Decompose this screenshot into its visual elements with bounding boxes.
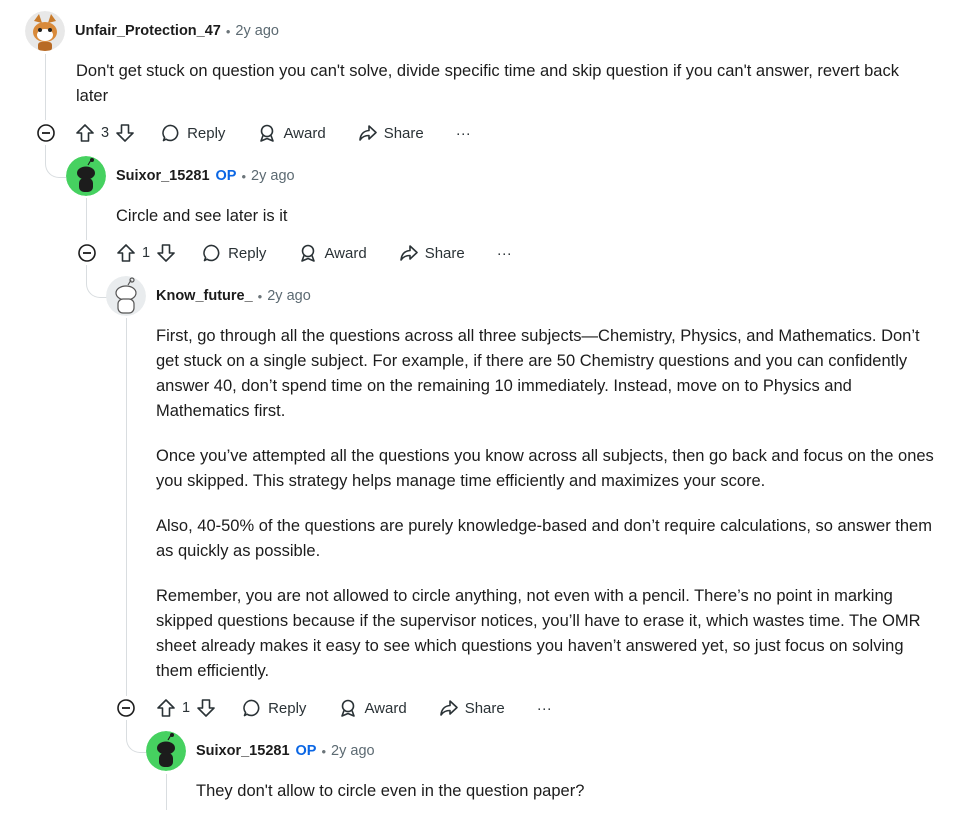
- op-badge: OP: [215, 168, 237, 184]
- award-button[interactable]: Award: [298, 243, 367, 263]
- separator-dot: •: [321, 743, 327, 759]
- collapse-thread-button[interactable]: [36, 123, 56, 143]
- share-arrow-icon: [358, 125, 377, 141]
- more-options-button[interactable]: ···: [537, 700, 552, 717]
- collapse-minus-icon: [117, 699, 135, 717]
- separator-dot: •: [257, 288, 263, 304]
- comment-action-bar: 1 Reply Award Share ···: [116, 692, 552, 724]
- comment-paragraph: First, go through all the questions acro…: [156, 327, 920, 420]
- reply-label: Reply: [187, 124, 226, 142]
- vote-count: 3: [101, 125, 110, 141]
- vote-count: 1: [182, 700, 191, 716]
- more-options-button[interactable]: ···: [456, 125, 471, 142]
- comment-body: First, go through all the questions acro…: [156, 324, 941, 704]
- separator-dot: •: [241, 168, 247, 184]
- green-snoo-avatar-icon[interactable]: [66, 156, 106, 196]
- comment-paragraph: Circle and see later is it: [116, 207, 288, 225]
- downvote-arrow-icon: [116, 124, 134, 142]
- comment-paragraph: Once you’ve attempted all the questions …: [156, 447, 934, 490]
- reply-label: Reply: [268, 699, 307, 717]
- upvote-arrow-icon: [157, 699, 175, 717]
- cat-snoo-avatar-icon[interactable]: [25, 11, 65, 51]
- reply-button[interactable]: Reply: [242, 698, 306, 718]
- username[interactable]: Unfair_Protection_47: [75, 23, 221, 39]
- reply-label: Reply: [228, 244, 267, 262]
- green-snoo-avatar-icon[interactable]: [146, 731, 186, 771]
- share-button[interactable]: Share: [399, 243, 465, 263]
- collapse-thread-button[interactable]: [116, 698, 136, 718]
- collapse-thread-button[interactable]: [77, 243, 97, 263]
- share-label: Share: [424, 244, 465, 262]
- upvote-button[interactable]: [156, 698, 176, 718]
- upvote-arrow-icon: [117, 244, 135, 262]
- award-label: Award: [324, 244, 367, 262]
- thread-elbow-2: [86, 265, 107, 298]
- thread-line-1: [45, 54, 46, 120]
- thread-elbow-3: [126, 720, 147, 753]
- separator-dot: •: [225, 23, 231, 39]
- award-label: Award: [283, 124, 326, 142]
- award-label: Award: [364, 699, 407, 717]
- comment-paragraph: Remember, you are not allowed to circle …: [156, 587, 921, 680]
- award-button[interactable]: Award: [338, 698, 407, 718]
- username[interactable]: Suixor_15281: [196, 743, 290, 759]
- speech-bubble-icon: [243, 699, 260, 717]
- more-options-button[interactable]: ···: [497, 245, 512, 262]
- collapse-minus-icon: [78, 244, 96, 262]
- timestamp[interactable]: 2y ago: [251, 168, 295, 184]
- downvote-arrow-icon: [157, 244, 175, 262]
- share-label: Share: [383, 124, 424, 142]
- comment-paragraph: They don't allow to circle even in the q…: [196, 782, 585, 800]
- comment-paragraph: Also, 40-50% of the questions are purely…: [156, 517, 932, 560]
- more-options-icon: ···: [455, 124, 471, 142]
- op-badge: OP: [295, 743, 317, 759]
- thread-line-4: [166, 774, 167, 810]
- award-medal-icon: [341, 699, 356, 717]
- comment-header: Unfair_Protection_47 • 2y ago: [25, 11, 279, 51]
- award-medal-icon: [301, 244, 316, 262]
- timestamp[interactable]: 2y ago: [267, 288, 311, 304]
- downvote-button[interactable]: [196, 698, 216, 718]
- default-snoo-avatar-icon[interactable]: [106, 276, 146, 316]
- timestamp[interactable]: 2y ago: [331, 743, 375, 759]
- speech-bubble-icon: [203, 244, 220, 262]
- thread-elbow-1: [45, 145, 66, 178]
- reply-button[interactable]: Reply: [161, 123, 225, 143]
- upvote-button[interactable]: [116, 243, 136, 263]
- upvote-arrow-icon: [76, 124, 94, 142]
- comment-paragraph: Don't get stuck on question you can't so…: [76, 62, 899, 105]
- comment-header: Suixor_15281 OP • 2y ago: [66, 156, 295, 196]
- downvote-button[interactable]: [115, 123, 135, 143]
- upvote-button[interactable]: [75, 123, 95, 143]
- downvote-button[interactable]: [156, 243, 176, 263]
- comment-action-bar: 1 Reply Award Share ···: [77, 237, 512, 269]
- username[interactable]: Know_future_: [156, 288, 253, 304]
- share-label: Share: [464, 699, 505, 717]
- timestamp[interactable]: 2y ago: [235, 23, 279, 39]
- share-button[interactable]: Share: [358, 123, 424, 143]
- username[interactable]: Suixor_15281: [116, 168, 210, 184]
- downvote-arrow-icon: [197, 699, 215, 717]
- reply-button[interactable]: Reply: [202, 243, 266, 263]
- collapse-minus-icon: [37, 124, 55, 142]
- comment-header: Suixor_15281 OP • 2y ago: [146, 731, 375, 771]
- thread-line-3: [126, 318, 127, 696]
- award-button[interactable]: Award: [257, 123, 326, 143]
- comment-action-bar: 3 Reply Award Share ···: [36, 117, 471, 149]
- share-arrow-icon: [439, 700, 458, 716]
- comment-body: They don't allow to circle even in the q…: [196, 779, 936, 824]
- award-medal-icon: [260, 124, 275, 142]
- vote-count: 1: [142, 245, 151, 261]
- more-options-icon: ···: [496, 244, 512, 262]
- speech-bubble-icon: [162, 124, 179, 142]
- share-button[interactable]: Share: [439, 698, 505, 718]
- thread-line-2: [86, 198, 87, 240]
- more-options-icon: ···: [536, 699, 552, 717]
- share-arrow-icon: [399, 245, 418, 261]
- comment-header: Know_future_ • 2y ago: [106, 276, 311, 316]
